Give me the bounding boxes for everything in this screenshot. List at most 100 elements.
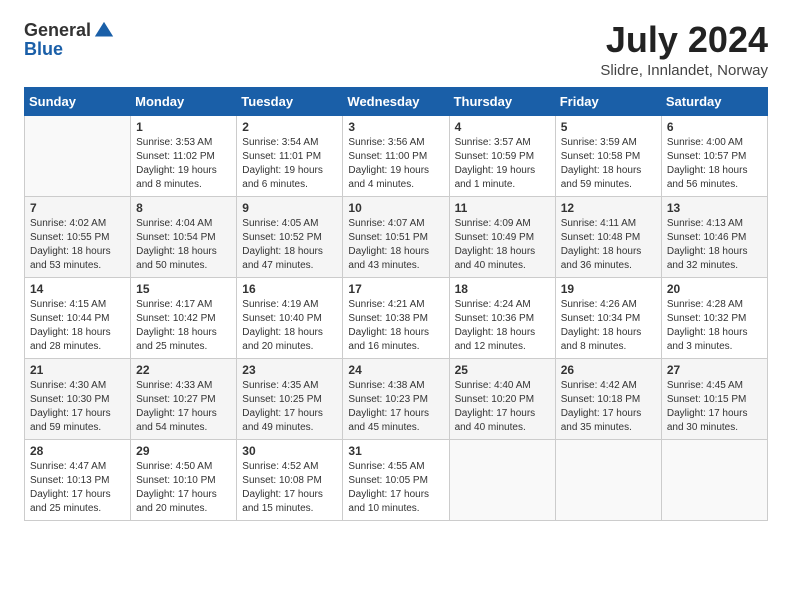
calendar-cell: 9Sunrise: 4:05 AMSunset: 10:52 PMDayligh… <box>237 196 343 277</box>
weekday-header-thursday: Thursday <box>449 87 555 115</box>
calendar-cell: 4Sunrise: 3:57 AMSunset: 10:59 PMDayligh… <box>449 115 555 196</box>
day-number: 6 <box>667 120 762 134</box>
day-number: 30 <box>242 444 337 458</box>
calendar-cell: 29 Sunrise: 4:50 AMSunset: 10:10 PMDaylig… <box>131 439 237 520</box>
cell-info: Sunrise: 4:33 AMSunset: 10:27 PMDaylight… <box>136 379 231 435</box>
logo: General Blue <box>24 20 115 60</box>
cell-info: Sunrise: 4:04 AMSunset: 10:54 PMDaylight… <box>136 217 231 273</box>
cell-info: Sunrise: 4:13 AMSunset: 10:46 PMDaylight… <box>667 217 762 273</box>
day-number: 21 <box>30 363 125 377</box>
day-number: 1 <box>136 120 231 134</box>
weekday-header-row: SundayMondayTuesdayWednesdayThursdayFrid… <box>25 87 768 115</box>
calendar-week-1: 1Sunrise: 3:53 AMSunset: 11:02 PMDayligh… <box>25 115 768 196</box>
calendar-cell: 27Sunrise: 4:45 AMSunset: 10:15 PMDaylig… <box>661 358 767 439</box>
calendar-cell: 8Sunrise: 4:04 AMSunset: 10:54 PMDayligh… <box>131 196 237 277</box>
calendar-cell: 11 Sunrise: 4:09 AMSunset: 10:49 PMDaylig… <box>449 196 555 277</box>
day-number: 9 <box>242 201 337 215</box>
cell-info: Sunrise: 4:38 AMSunset: 10:23 PMDaylight… <box>348 379 443 435</box>
calendar-cell: 21 Sunrise: 4:30 AMSunset: 10:30 PMDaylig… <box>25 358 131 439</box>
calendar-cell <box>449 439 555 520</box>
day-number: 13 <box>667 201 762 215</box>
month-title: July 2024 <box>600 20 768 60</box>
cell-info: Sunrise: 4:02 AMSunset: 10:55 PMDaylight… <box>30 217 125 273</box>
day-number: 11 <box>455 201 550 215</box>
day-number: 2 <box>242 120 337 134</box>
cell-info: Sunrise: 3:56 AMSunset: 11:00 PMDaylight… <box>348 136 443 192</box>
day-number: 26 <box>561 363 656 377</box>
cell-info: Sunrise: 4:52 AMSunset: 10:08 PMDaylight… <box>242 460 337 516</box>
cell-info: Sunrise: 4:09 AMSunset: 10:49 PMDaylight… <box>455 217 550 273</box>
weekday-header-saturday: Saturday <box>661 87 767 115</box>
calendar-cell: 17Sunrise: 4:21 AMSunset: 10:38 PMDaylig… <box>343 277 449 358</box>
calendar-cell: 25 Sunrise: 4:40 AMSunset: 10:20 PMDaylig… <box>449 358 555 439</box>
weekday-header-tuesday: Tuesday <box>237 87 343 115</box>
cell-info: Sunrise: 4:40 AMSunset: 10:20 PMDaylight… <box>455 379 550 435</box>
cell-info: Sunrise: 4:55 AMSunset: 10:05 PMDaylight… <box>348 460 443 516</box>
cell-info: Sunrise: 4:19 AMSunset: 10:40 PMDaylight… <box>242 298 337 354</box>
day-number: 3 <box>348 120 443 134</box>
day-number: 29 <box>136 444 231 458</box>
calendar-cell: 10 Sunrise: 4:07 AMSunset: 10:51 PMDaylig… <box>343 196 449 277</box>
day-number: 5 <box>561 120 656 134</box>
calendar-week-2: 7 Sunrise: 4:02 AMSunset: 10:55 PMDayligh… <box>25 196 768 277</box>
day-number: 28 <box>30 444 125 458</box>
calendar-cell: 26 Sunrise: 4:42 AMSunset: 10:18 PMDaylig… <box>555 358 661 439</box>
weekday-header-sunday: Sunday <box>25 87 131 115</box>
calendar-cell: 14 Sunrise: 4:15 AMSunset: 10:44 PMDaylig… <box>25 277 131 358</box>
cell-info: Sunrise: 3:57 AMSunset: 10:59 PMDaylight… <box>455 136 550 192</box>
calendar-cell: 15Sunrise: 4:17 AMSunset: 10:42 PMDaylig… <box>131 277 237 358</box>
calendar-week-3: 14 Sunrise: 4:15 AMSunset: 10:44 PMDaylig… <box>25 277 768 358</box>
day-number: 25 <box>455 363 550 377</box>
day-number: 31 <box>348 444 443 458</box>
calendar-cell: 18 Sunrise: 4:24 AMSunset: 10:36 PMDaylig… <box>449 277 555 358</box>
day-number: 24 <box>348 363 443 377</box>
day-number: 19 <box>561 282 656 296</box>
day-number: 16 <box>242 282 337 296</box>
cell-info: Sunrise: 4:11 AMSunset: 10:48 PMDaylight… <box>561 217 656 273</box>
calendar-cell: 22 Sunrise: 4:33 AMSunset: 10:27 PMDaylig… <box>131 358 237 439</box>
cell-info: Sunrise: 4:24 AMSunset: 10:36 PMDaylight… <box>455 298 550 354</box>
weekday-header-wednesday: Wednesday <box>343 87 449 115</box>
day-number: 22 <box>136 363 231 377</box>
calendar-cell <box>25 115 131 196</box>
day-number: 12 <box>561 201 656 215</box>
cell-info: Sunrise: 4:42 AMSunset: 10:18 PMDaylight… <box>561 379 656 435</box>
header: General Blue July 2024 Slidre, Innlandet… <box>24 20 768 79</box>
logo-icon <box>93 20 115 42</box>
title-block: July 2024 Slidre, Innlandet, Norway <box>600 20 768 79</box>
weekday-header-friday: Friday <box>555 87 661 115</box>
cell-info: Sunrise: 3:59 AMSunset: 10:58 PMDaylight… <box>561 136 656 192</box>
calendar-cell <box>555 439 661 520</box>
calendar-cell: 7 Sunrise: 4:02 AMSunset: 10:55 PMDayligh… <box>25 196 131 277</box>
calendar-cell: 20Sunrise: 4:28 AMSunset: 10:32 PMDaylig… <box>661 277 767 358</box>
calendar-cell <box>661 439 767 520</box>
logo-general-text: General <box>24 21 91 41</box>
calendar-week-5: 28Sunrise: 4:47 AMSunset: 10:13 PMDaylig… <box>25 439 768 520</box>
weekday-header-monday: Monday <box>131 87 237 115</box>
calendar-cell: 6Sunrise: 4:00 AMSunset: 10:57 PMDayligh… <box>661 115 767 196</box>
calendar-cell: 30 Sunrise: 4:52 AMSunset: 10:08 PMDaylig… <box>237 439 343 520</box>
day-number: 7 <box>30 201 125 215</box>
day-number: 10 <box>348 201 443 215</box>
calendar-cell: 3 Sunrise: 3:56 AMSunset: 11:00 PMDayligh… <box>343 115 449 196</box>
calendar-cell: 2 Sunrise: 3:54 AMSunset: 11:01 PMDayligh… <box>237 115 343 196</box>
cell-info: Sunrise: 4:50 AMSunset: 10:10 PMDaylight… <box>136 460 231 516</box>
calendar-cell: 16 Sunrise: 4:19 AMSunset: 10:40 PMDaylig… <box>237 277 343 358</box>
cell-info: Sunrise: 3:54 AMSunset: 11:01 PMDaylight… <box>242 136 337 192</box>
cell-info: Sunrise: 4:26 AMSunset: 10:34 PMDaylight… <box>561 298 656 354</box>
day-number: 15 <box>136 282 231 296</box>
cell-info: Sunrise: 4:15 AMSunset: 10:44 PMDaylight… <box>30 298 125 354</box>
day-number: 14 <box>30 282 125 296</box>
day-number: 18 <box>455 282 550 296</box>
cell-info: Sunrise: 4:30 AMSunset: 10:30 PMDaylight… <box>30 379 125 435</box>
calendar-cell: 19 Sunrise: 4:26 AMSunset: 10:34 PMDaylig… <box>555 277 661 358</box>
location-subtitle: Slidre, Innlandet, Norway <box>600 62 768 79</box>
day-number: 23 <box>242 363 337 377</box>
cell-info: Sunrise: 4:21 AMSunset: 10:38 PMDaylight… <box>348 298 443 354</box>
logo-blue-text: Blue <box>24 40 115 60</box>
calendar-cell: 12 Sunrise: 4:11 AMSunset: 10:48 PMDaylig… <box>555 196 661 277</box>
day-number: 20 <box>667 282 762 296</box>
cell-info: Sunrise: 4:07 AMSunset: 10:51 PMDaylight… <box>348 217 443 273</box>
calendar-cell: 13 Sunrise: 4:13 AMSunset: 10:46 PMDaylig… <box>661 196 767 277</box>
calendar-cell: 5 Sunrise: 3:59 AMSunset: 10:58 PMDayligh… <box>555 115 661 196</box>
